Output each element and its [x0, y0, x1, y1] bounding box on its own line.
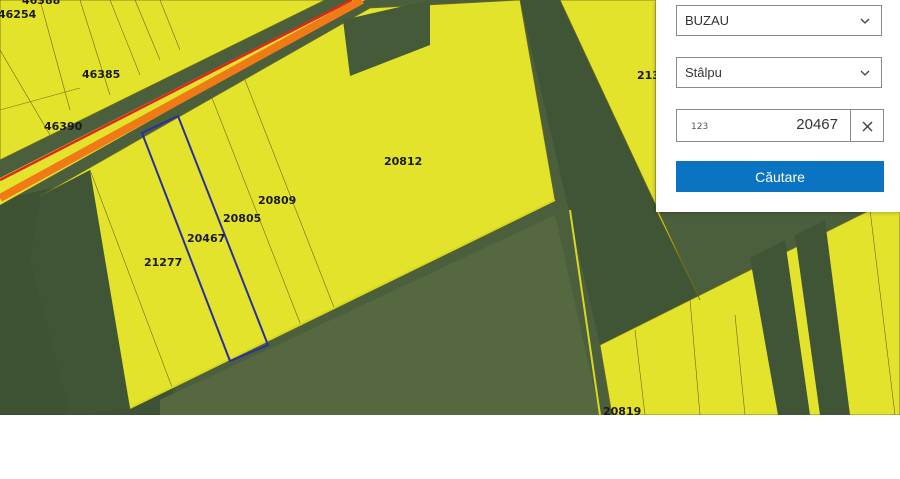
parcel-label: 20809 [258, 194, 296, 207]
county-select-value: BUZAU [685, 13, 730, 28]
chevron-down-icon [860, 18, 870, 24]
parcel-label: 20819 [603, 405, 641, 415]
close-icon [862, 121, 873, 132]
numeric-prefix-icon: 123 [691, 122, 709, 132]
search-row: 123 [676, 109, 884, 142]
parcel-label: 21277 [144, 256, 182, 269]
search-button[interactable]: Căutare [676, 161, 884, 192]
parcel-search-field[interactable]: 123 [676, 109, 851, 142]
parcel-label: 46390 [44, 120, 83, 133]
chevron-down-icon [860, 70, 870, 76]
parcel-label: 20467 [187, 232, 225, 245]
search-panel: BUZAU Stâlpu 123 Căutare [656, 0, 900, 212]
locality-select[interactable]: Stâlpu [676, 57, 882, 88]
parcel-number-input[interactable] [728, 116, 838, 133]
parcel-label: 46254 [0, 8, 37, 21]
parcel-label: 46385 [82, 68, 120, 81]
parcel-label: 20805 [223, 212, 261, 225]
parcel-label: 20812 [384, 155, 422, 168]
locality-select-value: Stâlpu [685, 65, 722, 80]
parcel-label: 46388 [22, 0, 60, 7]
clear-search-button[interactable] [851, 109, 884, 142]
county-select[interactable]: BUZAU [676, 5, 882, 36]
